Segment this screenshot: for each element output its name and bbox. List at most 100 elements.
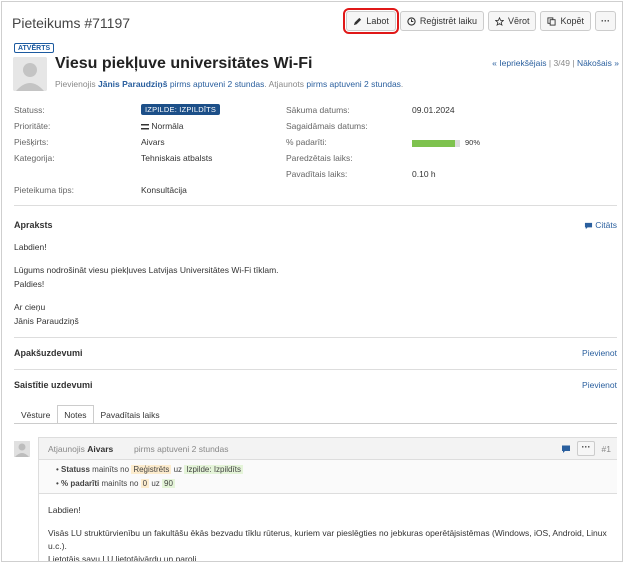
detail-to: uz <box>173 465 183 474</box>
status-badge: ATVĒRTS <box>14 43 55 53</box>
priority-equals-icon <box>141 123 149 130</box>
copy-button-label: Kopēt <box>560 16 584 26</box>
watch-button[interactable]: Vērot <box>487 11 537 31</box>
journal-detail-item: • % padarīti mainīts no 0 uz 90 <box>56 479 175 488</box>
done-progress-bar <box>412 140 460 147</box>
issue-position: 3/49 <box>553 58 570 68</box>
done-value: 90% <box>465 138 481 147</box>
page-header: Pieteikums #71197 Labot Reģistrēt laiku … <box>12 8 616 35</box>
user-silhouette-icon <box>13 57 47 91</box>
tabs-underline <box>14 423 617 424</box>
detail-changed: mainīts no <box>101 479 139 488</box>
description-line: Jānis Paraudziņš <box>14 316 79 326</box>
assignee-link[interactable]: Aivars <box>141 137 165 147</box>
attr-row-type: Pieteikuma tips: Konsultācija <box>14 185 614 199</box>
description-line: Paldies! <box>14 279 45 289</box>
description-line: Lūgums nodrošināt viesu piekļuves Latvij… <box>14 265 279 275</box>
journal-note-line: Labdien! <box>48 505 81 515</box>
journal-note-line: Visās LU struktūrvienību un fakultāšu ēk… <box>48 528 607 551</box>
status-label: Statuss: <box>14 105 45 115</box>
journal-note-line: Lietotājs savu LU lietotājvārdu un parol… <box>48 554 197 562</box>
journal-detail-item: • Statuss mainīts no Reģistrēts uz Izpil… <box>56 465 243 474</box>
comment-icon[interactable] <box>561 444 571 454</box>
assignee-label: Piešķirts: <box>14 137 49 147</box>
added-by-prefix: Pievienojis <box>55 79 96 89</box>
journal-entry: Atjaunojis Aivars pirms aptuveni 2 stund… <box>38 437 617 562</box>
author-avatar <box>13 57 47 91</box>
issue-type-label: Pieteikuma tips: <box>14 185 74 195</box>
journal-time[interactable]: pirms aptuveni 2 stundas <box>134 444 229 454</box>
detail-changed: mainīts no <box>92 465 130 474</box>
attr-row-status: Statuss: IZPILDE: IZPILDĪTS Sākuma datum… <box>14 104 614 119</box>
detail-field: Statuss <box>61 465 90 474</box>
divider <box>14 337 617 338</box>
spent-label: Pavadītais laiks: <box>286 169 348 179</box>
issue-details: ATVĒRTS Viesu piekļuve universitātes Wi-… <box>9 39 619 562</box>
start-date-value: 09.01.2024 <box>412 105 455 115</box>
priority-value-wrap: Normāla <box>141 121 184 131</box>
detail-new-value: Izpilde: Izpildīts <box>184 465 243 474</box>
journal-header: Atjaunojis Aivars pirms aptuveni 2 stund… <box>39 438 617 460</box>
issue-type-value: Konsultācija <box>141 185 187 195</box>
tab-history[interactable]: Vēsture <box>14 405 57 424</box>
priority-value: Normāla <box>151 121 184 131</box>
attr-row-assignee: Piešķirts: Aivars % padarīti: 90% <box>14 137 614 151</box>
detail-old-value: 0 <box>140 479 150 488</box>
author-line: Pievienojis Jānis Paraudziņš pirms aptuv… <box>55 79 404 89</box>
tab-notes[interactable]: Notes <box>57 405 94 424</box>
due-date-label: Sagaidāmais datums: <box>286 121 368 131</box>
speech-bubble-icon <box>584 222 592 229</box>
journal-number-link[interactable]: #1 <box>602 444 611 454</box>
page-title: Pieteikums #71197 <box>12 15 131 31</box>
updated-prefix: . Atjaunots <box>264 79 305 89</box>
category-value: Tehniskais atbalsts <box>141 153 213 163</box>
next-issue-link[interactable]: Nākošais » <box>577 58 619 68</box>
attr-row-priority: Prioritāte: Normāla Sagaidāmais datums: <box>14 121 614 135</box>
add-subtask-link[interactable]: Pievienot <box>582 348 617 358</box>
divider <box>14 369 617 370</box>
spent-value-link[interactable]: 0.10 h <box>412 169 436 179</box>
tab-time-spent[interactable]: Pavadītais laiks <box>94 405 167 424</box>
start-date-label: Sākuma datums: <box>286 105 350 115</box>
description-line: Ar cieņu <box>14 302 46 312</box>
detail-field: % padarīti <box>61 479 100 488</box>
copy-button[interactable]: Kopēt <box>540 11 591 31</box>
journal-avatar <box>14 441 30 457</box>
issue-navigation: « Iepriekšējais | 3/49 | Nākošais » <box>492 58 619 68</box>
updated-ago-link[interactable]: pirms aptuveni 2 stundas <box>306 79 401 89</box>
priority-label: Prioritāte: <box>14 121 51 131</box>
star-icon <box>494 16 504 26</box>
prev-issue-link[interactable]: « Iepriekšējais <box>492 58 546 68</box>
done-label: % padarīti: <box>286 137 327 147</box>
issue-subject: Viesu piekļuve universitātes Wi-Fi <box>55 55 313 72</box>
more-icon: ··· <box>601 16 610 26</box>
updated-by-label: Atjaunojis <box>48 444 85 454</box>
journal-more-button[interactable]: ··· <box>577 441 595 456</box>
log-time-button[interactable]: Reģistrēt laiku <box>399 11 484 31</box>
add-related-link[interactable]: Pievienot <box>582 380 617 390</box>
edit-button[interactable]: Labot <box>343 8 399 34</box>
issue-page: Pieteikums #71197 Labot Reģistrēt laiku … <box>1 1 623 562</box>
quote-link[interactable]: Citāts <box>584 220 617 230</box>
related-issues-title: Saistītie uzdevumi <box>14 380 93 390</box>
author-link[interactable]: Jānis Paraudziņš <box>98 79 167 89</box>
status-value: IZPILDE: IZPILDĪTS <box>141 104 221 115</box>
watch-button-label: Vērot <box>507 16 530 26</box>
copy-icon <box>547 16 557 26</box>
divider <box>14 205 617 206</box>
journal-user-link[interactable]: Aivars <box>87 444 113 454</box>
added-ago-link[interactable]: pirms aptuveni 2 stundas <box>170 79 265 89</box>
journal-author: Atjaunojis Aivars <box>48 444 113 454</box>
log-time-button-label: Reģistrēt laiku <box>419 16 477 26</box>
quote-label: Citāts <box>595 220 617 230</box>
detail-to: uz <box>151 479 160 488</box>
history-tabs: Vēsture Notes Pavadītais laiks <box>14 405 167 424</box>
action-toolbar: Labot Reģistrēt laiku Vērot Kopēt ··· <box>343 8 616 34</box>
user-silhouette-icon <box>14 441 30 457</box>
done-progress-fill <box>412 140 456 147</box>
attr-row-category: Kategorija: Tehniskais atbalsts Paredzēt… <box>14 153 614 167</box>
subtasks-title: Apakšuzdevumi <box>14 348 83 358</box>
edit-button-label: Labot <box>366 16 389 26</box>
clock-icon <box>407 16 416 26</box>
more-actions-button[interactable]: ··· <box>595 11 616 31</box>
